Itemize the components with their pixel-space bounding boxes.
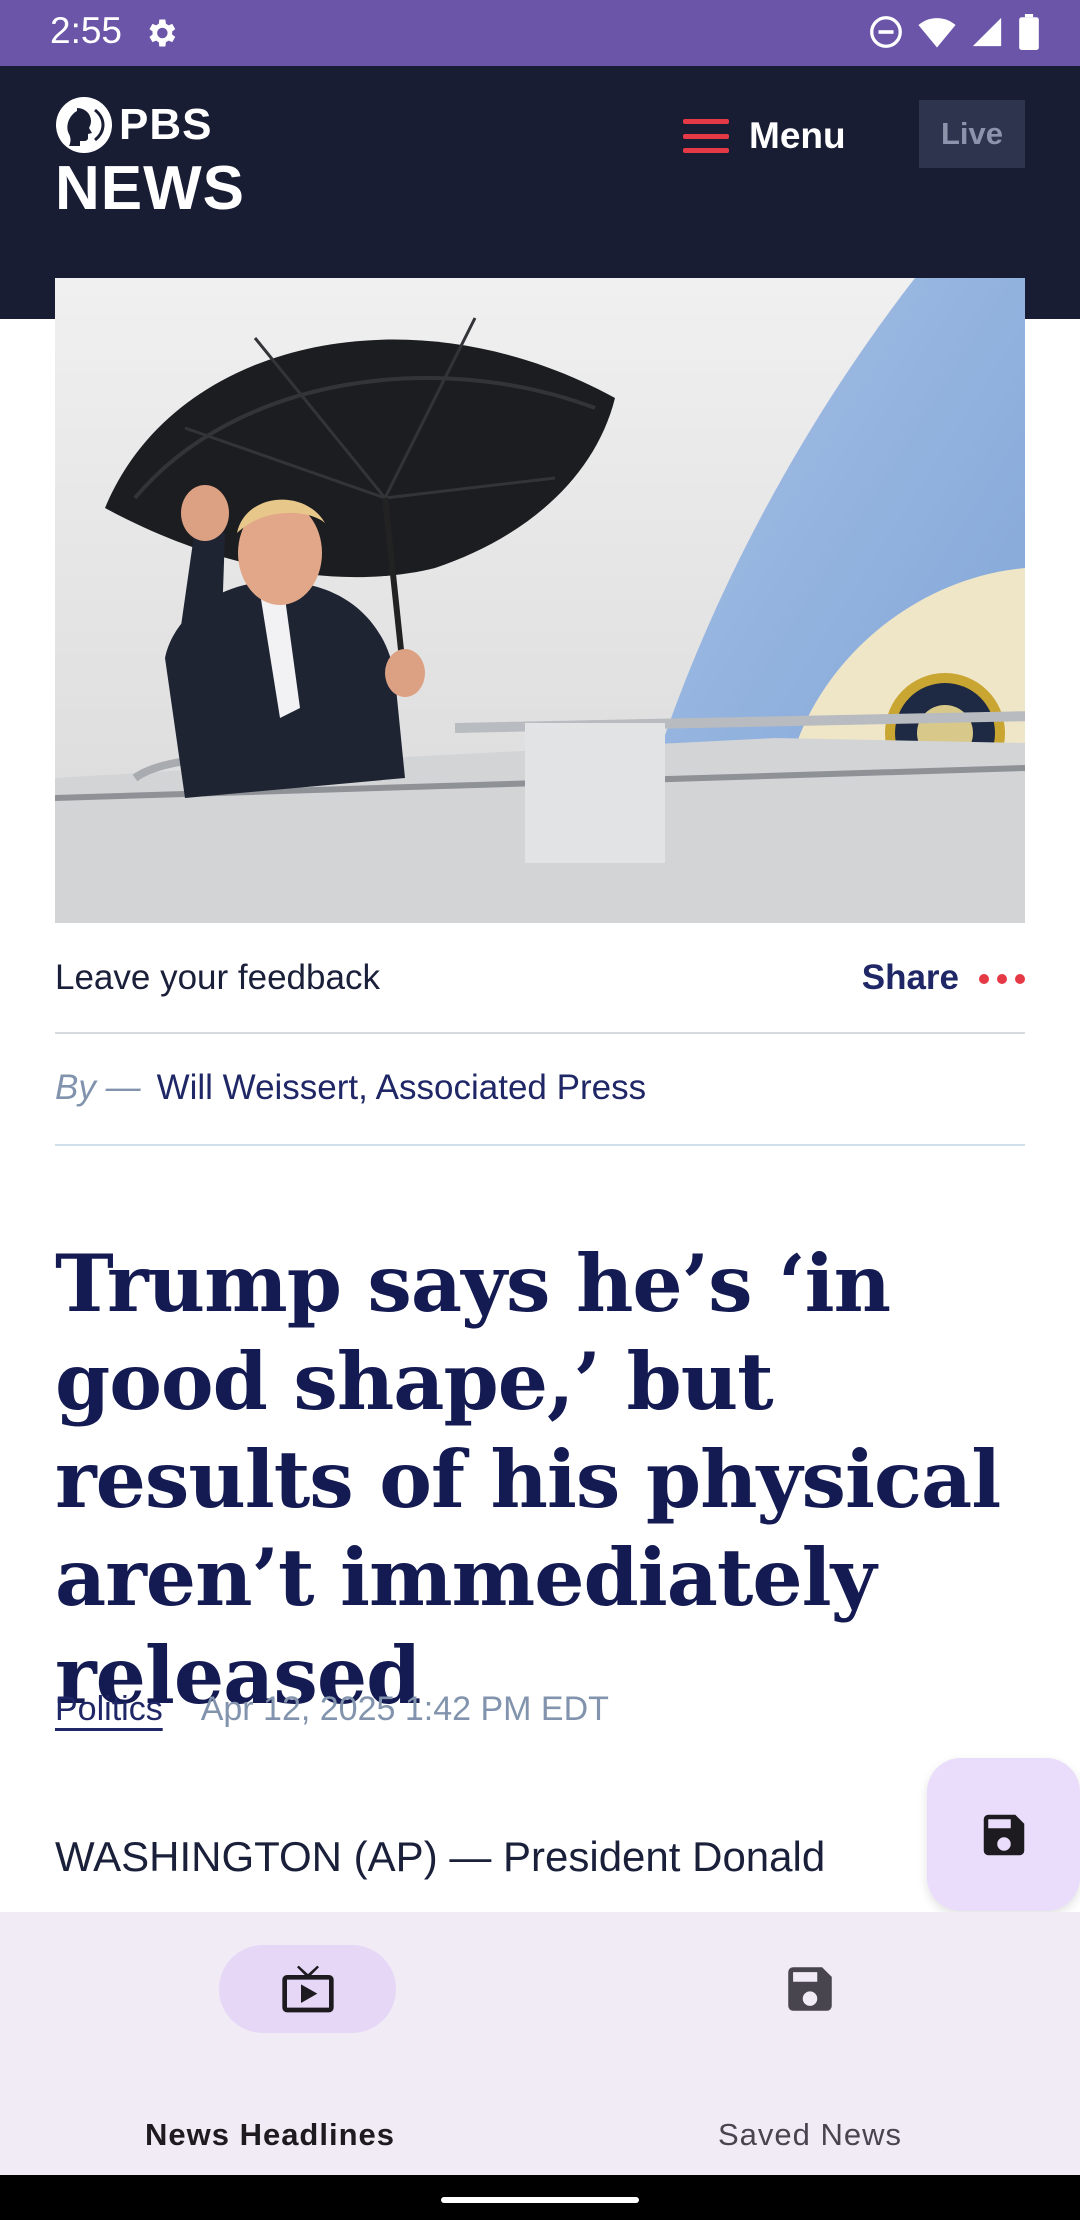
nav-label-news-headlines: News Headlines <box>144 2117 396 2152</box>
article-meta: Politics Apr 12, 2025 1:42 PM EDT <box>55 1690 609 1729</box>
byline-prefix: By — <box>55 1068 141 1107</box>
status-time: 2:55 <box>50 10 123 51</box>
leave-feedback-link[interactable]: Leave your feedback <box>55 958 380 998</box>
nav-saved-news[interactable]: Saved News <box>540 1912 1080 2175</box>
save-icon <box>788 1967 832 2011</box>
article-hero-image <box>55 278 1025 923</box>
byline-author-link[interactable]: Will Weissert, Associated Press <box>157 1068 647 1107</box>
byline: By — Will Weissert, Associated Press <box>55 1068 1025 1146</box>
cell-signal-icon <box>972 17 1002 47</box>
publish-date: Apr 12, 2025 1:42 PM EDT <box>200 1690 609 1728</box>
pbs-head-icon <box>56 97 112 153</box>
more-options-icon[interactable] <box>979 964 1025 984</box>
live-tv-icon <box>281 1965 334 2013</box>
live-button[interactable]: Live <box>919 100 1025 168</box>
category-link[interactable]: Politics <box>55 1690 163 1729</box>
nav-news-headlines[interactable]: News Headlines <box>0 1912 540 2175</box>
logo-news-text: NEWS <box>55 154 245 223</box>
hamburger-icon <box>683 119 729 153</box>
menu-label: Menu <box>749 115 846 156</box>
bottom-navigation: News Headlines Saved News <box>0 1912 1080 2175</box>
nav-label-saved-news: Saved News <box>717 2117 903 2152</box>
save-article-button[interactable] <box>927 1758 1080 1911</box>
save-icon <box>983 1814 1024 1855</box>
pbs-news-logo[interactable]: PBS NEWS <box>55 96 245 220</box>
status-icons <box>868 14 1040 50</box>
system-gesture-bar <box>0 2175 1080 2220</box>
do-not-disturb-icon <box>870 16 902 48</box>
settings-gear-icon <box>149 19 176 47</box>
article-headline: Trump says he’s ‘in good shape,’ but res… <box>55 1237 1001 1722</box>
battery-icon <box>1019 14 1039 50</box>
status-bar: 2:55 <box>0 0 1080 66</box>
menu-button[interactable]: Menu <box>683 114 846 158</box>
home-gesture-handle[interactable] <box>441 2197 639 2203</box>
logo-pbs-text: PBS <box>119 100 213 149</box>
share-button[interactable]: Share <box>862 958 959 998</box>
nav-active-indicator <box>219 1945 396 2033</box>
article-body-paragraph: WASHINGTON (AP) — President Donald <box>55 1833 826 1880</box>
wifi-icon <box>918 18 956 48</box>
article-actions-row: Leave your feedback Share <box>55 958 1025 1034</box>
